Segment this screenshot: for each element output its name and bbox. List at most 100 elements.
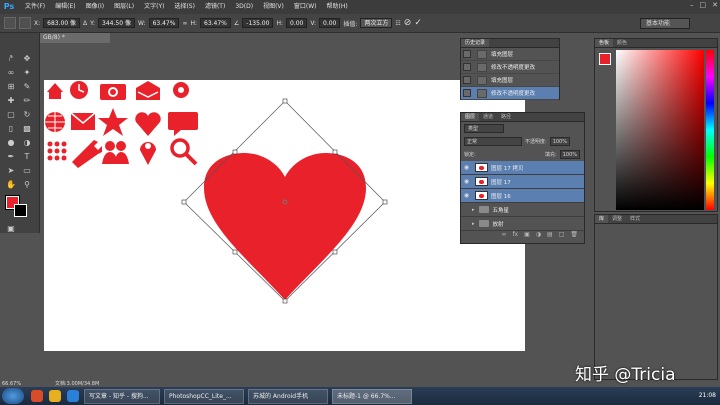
minimize-icon[interactable]: – [690, 1, 694, 9]
menu-edit[interactable]: 编辑(E) [50, 0, 80, 14]
maximize-icon[interactable]: □ [700, 1, 707, 9]
marquee-tool-icon[interactable]: ⭚ [4, 53, 18, 64]
crop-tool-icon[interactable]: ⊞ [4, 81, 18, 92]
blur-tool-icon[interactable]: ● [4, 137, 18, 148]
tab-styles[interactable]: 样式 [626, 215, 644, 223]
history-item[interactable]: 修改不透明度更改 [461, 61, 559, 74]
color-field[interactable] [616, 50, 704, 210]
tab-channels[interactable]: 通道 [479, 113, 497, 121]
hue-slider[interactable] [706, 50, 714, 210]
h-skew-field[interactable]: 0.00 [286, 18, 308, 28]
clone-stamp-icon[interactable]: ▢ [4, 109, 18, 120]
blend-mode-select[interactable]: 正常 [464, 137, 522, 146]
fill-label: 填充: [545, 152, 557, 158]
history-item[interactable]: 填充图层 [461, 74, 559, 87]
visibility-eye-icon[interactable]: ◉ [461, 164, 472, 171]
angle-field[interactable]: -135.00 [242, 18, 274, 28]
background-color-swatch[interactable] [14, 204, 27, 217]
delete-layer-icon[interactable]: 🗑 [570, 231, 578, 241]
workspace-select[interactable]: 基本功能 [640, 18, 690, 29]
x-field[interactable]: 683.00 像 [43, 18, 81, 28]
adjustment-icon[interactable]: ◑ [536, 231, 541, 241]
menu-layer[interactable]: 图层(L) [109, 0, 139, 14]
layer-row[interactable]: ◉ 图层 17 拷贝 [461, 161, 584, 175]
fill-field[interactable]: 100% [559, 150, 580, 159]
pen-tool-icon[interactable]: ✒ [4, 151, 18, 162]
y-field[interactable]: 344.50 像 [98, 18, 135, 28]
visibility-eye-icon[interactable]: ◉ [461, 192, 472, 199]
tab-libraries[interactable]: 库 [595, 215, 609, 223]
type-tool-icon[interactable]: T [20, 151, 34, 162]
history-brush-icon[interactable]: ↻ [20, 109, 34, 120]
mask-icon[interactable]: ▣ [524, 231, 530, 241]
layer-group-row[interactable]: ▸ 五角星 [461, 203, 584, 217]
brush-tool-icon[interactable]: ✏ [20, 95, 34, 106]
start-button[interactable] [2, 388, 24, 404]
menu-view[interactable]: 视图(V) [258, 0, 289, 14]
expand-chevron-icon[interactable]: ▸ [472, 207, 475, 213]
link-icon[interactable]: ∞ [182, 20, 187, 27]
task-android[interactable]: 苏城的 Android手机 [248, 388, 328, 404]
menu-file[interactable]: 文件(F) [20, 0, 50, 14]
menu-help[interactable]: 帮助(H) [322, 0, 353, 14]
visibility-eye-icon[interactable]: ◉ [461, 178, 472, 185]
layer-filter-select[interactable]: 类型 [464, 124, 504, 133]
eyedropper-tool-icon[interactable]: ✎ [20, 81, 34, 92]
healing-brush-icon[interactable]: ✚ [4, 95, 18, 106]
fg-color-chip[interactable] [599, 53, 611, 65]
close-icon[interactable]: ✕ [712, 1, 718, 9]
task-photoshop-lite[interactable]: PhotoshopCC_Lite_... [164, 388, 244, 404]
document-canvas[interactable] [44, 80, 525, 351]
quick-mask-icon[interactable]: ▣ [4, 223, 18, 234]
browser-icon[interactable] [31, 390, 43, 402]
link-layers-icon[interactable]: ∞ [501, 231, 506, 241]
tab-paths[interactable]: 路径 [497, 113, 515, 121]
folder-icon[interactable] [49, 390, 61, 402]
menu-select[interactable]: 选择(S) [169, 0, 200, 14]
warp-icon[interactable]: ☷ [395, 20, 400, 27]
hand-tool-icon[interactable]: ✋ [4, 179, 18, 190]
menu-type[interactable]: 文字(Y) [139, 0, 169, 14]
magic-wand-icon[interactable]: ✦ [20, 67, 34, 78]
tab-adjustments[interactable]: 调整 [608, 215, 626, 223]
layer-thumbnail [475, 191, 488, 200]
cancel-icon[interactable]: ⊘ [404, 18, 412, 28]
history-item-active[interactable]: 修改不透明度更改 [461, 87, 559, 100]
tab-history[interactable]: 历史记录 [461, 39, 490, 47]
lasso-tool-icon[interactable]: ∞ [4, 67, 18, 78]
transform-tool-icon[interactable] [4, 17, 16, 29]
gradient-tool-icon[interactable]: ▩ [20, 123, 34, 134]
layer-row[interactable]: ◉ 图层 16 [461, 189, 584, 203]
menu-image[interactable]: 图像(I) [81, 0, 109, 14]
task-photoshop[interactable]: 未标题-1 @ 66.7%... [332, 388, 412, 404]
opacity-field[interactable]: 100% [549, 137, 570, 146]
height-field[interactable]: 63.47% [200, 18, 231, 28]
menu-window[interactable]: 窗口(W) [289, 0, 322, 14]
fx-icon[interactable]: fx [512, 231, 518, 241]
dodge-tool-icon[interactable]: ◑ [20, 137, 34, 148]
task-browser[interactable]: 写文章 - 知乎 - 搜狗... [84, 388, 160, 404]
new-group-icon[interactable]: ▤ [547, 231, 553, 241]
tab-swatches[interactable]: 色板 [595, 39, 614, 47]
reference-point-icon[interactable] [19, 17, 31, 29]
v-skew-field[interactable]: 0.00 [319, 18, 341, 28]
move-tool-icon[interactable]: ✥ [20, 53, 34, 64]
path-select-icon[interactable]: ➤ [4, 165, 18, 176]
eraser-tool-icon[interactable]: ▯ [4, 123, 18, 134]
width-field[interactable]: 63.47% [148, 18, 180, 28]
document-tab[interactable]: GB/8) * [40, 33, 110, 43]
menu-3d[interactable]: 3D(D) [230, 0, 258, 14]
menu-filter[interactable]: 滤镜(T) [200, 0, 230, 14]
commit-icon[interactable]: ✓ [414, 18, 422, 28]
layer-row[interactable]: ◉ 图层 17 [461, 175, 584, 189]
new-layer-icon[interactable]: □ [559, 231, 565, 241]
interpolation-select[interactable]: 两次立方 [360, 18, 393, 28]
history-item[interactable]: 填充图层 [461, 48, 559, 61]
expand-chevron-icon[interactable]: ▸ [472, 221, 475, 227]
zoom-tool-icon[interactable]: ⚲ [20, 179, 34, 190]
app-icon[interactable] [67, 390, 79, 402]
tab-color[interactable]: 颜色 [613, 39, 631, 47]
tab-layers[interactable]: 图层 [461, 113, 480, 121]
layer-group-row[interactable]: ▸ 放射 [461, 217, 584, 231]
shape-tool-icon[interactable]: ▭ [20, 165, 34, 176]
